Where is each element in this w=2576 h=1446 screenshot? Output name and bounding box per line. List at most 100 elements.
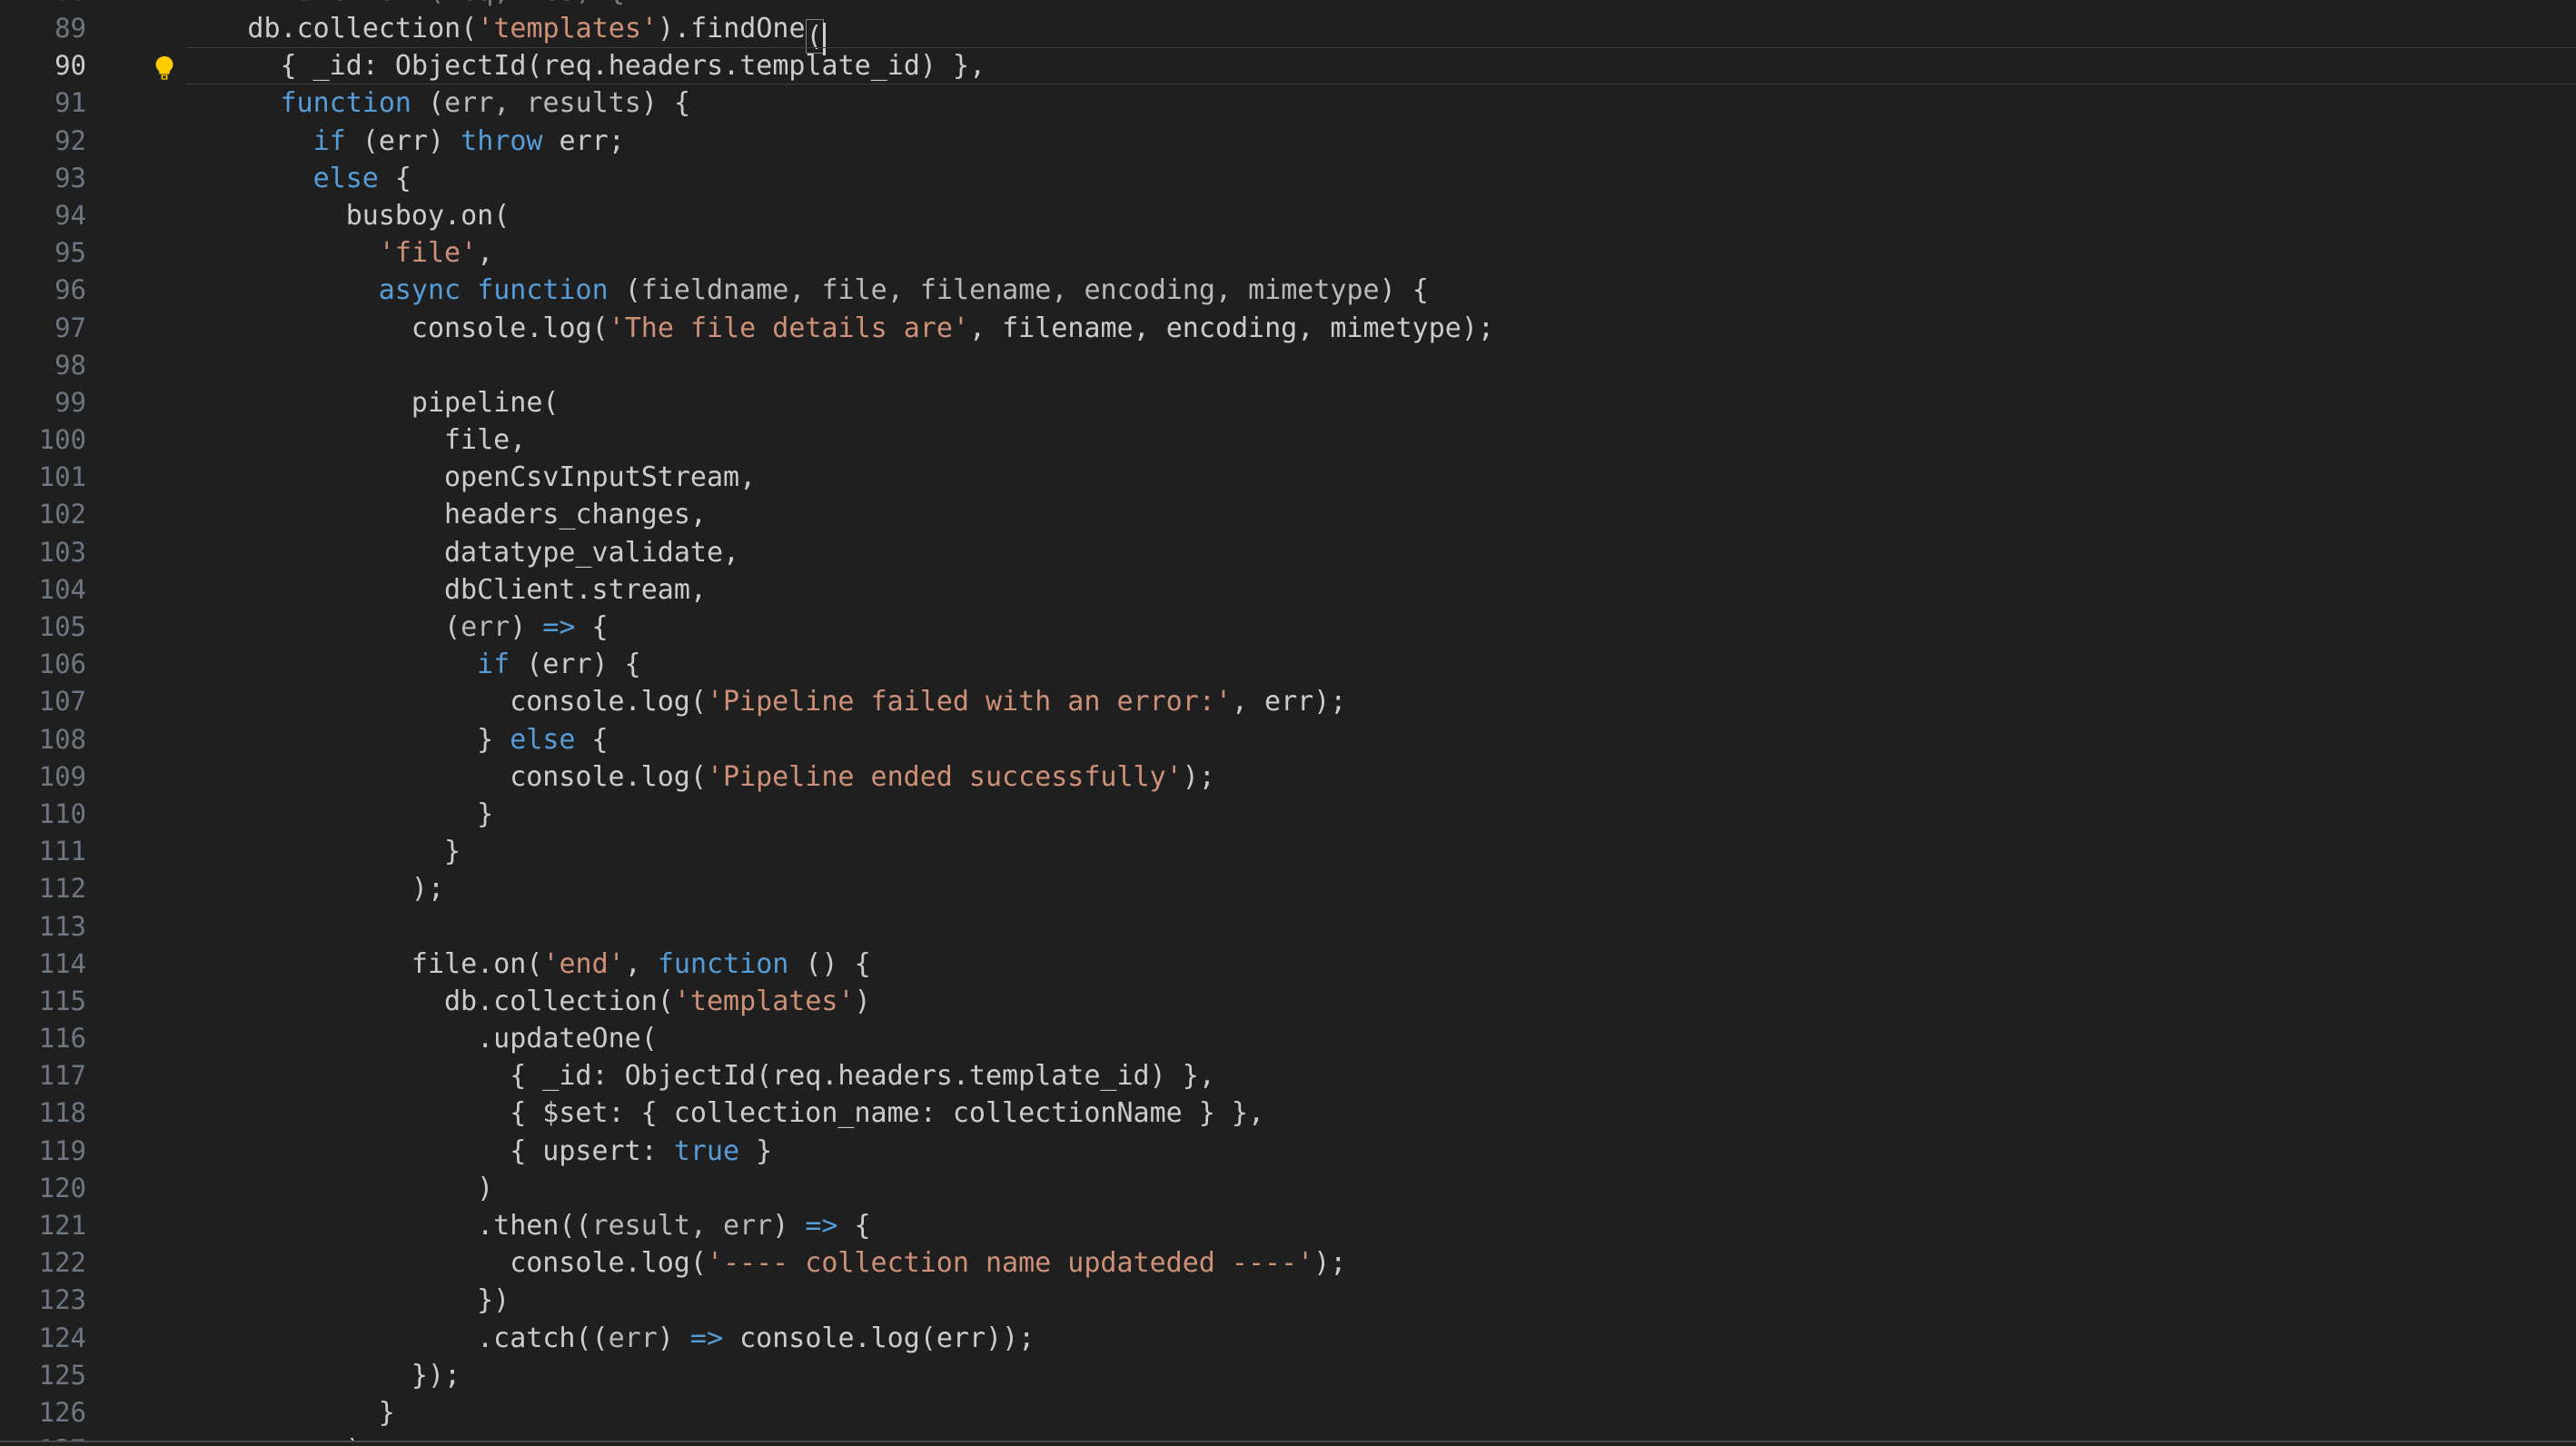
line-number[interactable]: 119 — [0, 1133, 86, 1170]
scrolled-off-line-clip: 88 function (req, res) { — [0, 0, 2576, 10]
plain-token: pipeline( — [411, 386, 560, 419]
code-line[interactable]: 119 { upsert: true } — [0, 1133, 2576, 1170]
line-number[interactable]: 91 — [0, 84, 86, 122]
code-line[interactable]: 96 async function (fieldname, file, filen… — [0, 272, 2576, 309]
code-line[interactable]: 117 { _id: ObjectId(req.headers.template_… — [0, 1057, 2576, 1094]
plain-token: ); — [1313, 1247, 1347, 1280]
code-line[interactable]: 92 if (err) throw err; — [0, 123, 2576, 160]
lightbulb-icon[interactable] — [153, 54, 176, 80]
code-line[interactable]: 103 datatype_validate, — [0, 534, 2576, 571]
code-line[interactable]: 106 if (err) { — [0, 646, 2576, 683]
code-line[interactable]: 105 (err) => { — [0, 609, 2576, 646]
code-line[interactable]: 104 dbClient.stream, — [0, 571, 2576, 609]
code-text: busboy.on( — [346, 197, 510, 234]
string-token: 'Pipeline ended successfully' — [706, 760, 1183, 793]
line-number[interactable]: 104 — [0, 571, 86, 609]
plain-token: file, — [444, 424, 527, 457]
code-line[interactable]: 98 — [0, 347, 2576, 384]
line-number[interactable]: 103 — [0, 534, 86, 571]
code-line[interactable]: 125}); — [0, 1357, 2576, 1394]
code-line[interactable]: 112); — [0, 870, 2576, 907]
code-line[interactable]: 94 busboy.on( — [0, 197, 2576, 234]
plain-token: console.log( — [510, 1247, 707, 1280]
code-line[interactable]: 101 openCsvInputStream, — [0, 459, 2576, 496]
line-number[interactable]: 92 — [0, 123, 86, 160]
line-number[interactable]: 109 — [0, 758, 86, 796]
line-number[interactable]: 126 — [0, 1394, 86, 1431]
line-number[interactable]: 101 — [0, 459, 86, 496]
line-number[interactable]: 89 — [0, 10, 86, 47]
code-text: 'file', — [379, 234, 493, 272]
code-line[interactable]: 88 function (req, res) { — [0, 0, 2576, 10]
plain-token: { — [378, 162, 411, 194]
line-number[interactable]: 124 — [0, 1320, 86, 1357]
line-number[interactable]: 98 — [0, 347, 86, 384]
line-number[interactable]: 121 — [0, 1207, 86, 1244]
code-editor[interactable]: 88 function (req, res) { 89 db.collection… — [0, 0, 2576, 1446]
line-number[interactable]: 114 — [0, 946, 86, 983]
horizontal-scrollbar[interactable] — [0, 1441, 2576, 1446]
line-number[interactable]: 118 — [0, 1094, 86, 1132]
code-line[interactable]: 124 .catch((err) => console.log(err)); — [0, 1320, 2576, 1357]
code-line[interactable]: 121 .then((result, err) => { — [0, 1207, 2576, 1244]
code-line[interactable]: 113 — [0, 908, 2576, 946]
line-number[interactable]: 107 — [0, 683, 86, 720]
line-number[interactable]: 120 — [0, 1170, 86, 1207]
line-number[interactable]: 117 — [0, 1057, 86, 1094]
code-line[interactable]: 107 console.log('Pipeline failed with an … — [0, 683, 2576, 720]
line-number[interactable]: 97 — [0, 310, 86, 347]
plain-token: ) { — [1379, 274, 1429, 307]
code-line[interactable]: 126} — [0, 1394, 2576, 1431]
code-line[interactable]: 109 console.log('Pipeline ended successfu… — [0, 758, 2576, 796]
line-number[interactable]: 122 — [0, 1244, 86, 1282]
code-lines-viewport[interactable]: 89 db.collection('templates').findOne(90{… — [0, 10, 2576, 1446]
plain-token: db.collection( — [247, 13, 478, 45]
code-line[interactable]: 99 pipeline( — [0, 384, 2576, 421]
code-line[interactable]: 91 function (err, results) { — [0, 84, 2576, 122]
line-number[interactable]: 115 — [0, 983, 86, 1020]
line-number[interactable]: 113 — [0, 908, 86, 946]
code-line[interactable]: 115 db.collection('templates') — [0, 983, 2576, 1020]
code-text: } — [444, 833, 461, 870]
code-line[interactable]: 114 file.on('end', function () { — [0, 946, 2576, 983]
line-number[interactable]: 94 — [0, 197, 86, 234]
line-number[interactable]: 102 — [0, 496, 86, 533]
line-number[interactable]: 88 — [0, 0, 86, 10]
line-number[interactable]: 108 — [0, 721, 86, 758]
code-line[interactable]: 110} — [0, 796, 2576, 833]
line-number[interactable]: 125 — [0, 1357, 86, 1394]
line-number[interactable]: 96 — [0, 272, 86, 309]
code-action-lightbulb[interactable] — [153, 47, 189, 84]
line-number[interactable]: 110 — [0, 796, 86, 833]
line-number[interactable]: 111 — [0, 833, 86, 870]
code-line[interactable]: 97 console.log('The file details are', fi… — [0, 310, 2576, 347]
code-line[interactable]: 93 else { — [0, 160, 2576, 197]
code-text: } — [379, 1394, 395, 1431]
code-line[interactable]: 111} — [0, 833, 2576, 870]
plain-token: console.log( — [510, 760, 707, 793]
code-line[interactable]: 123}) — [0, 1282, 2576, 1319]
code-text: } — [477, 796, 493, 833]
code-line[interactable]: 116 .updateOne( — [0, 1020, 2576, 1057]
line-number[interactable]: 90 — [0, 47, 86, 84]
line-number[interactable]: 93 — [0, 160, 86, 197]
line-number[interactable]: 116 — [0, 1020, 86, 1057]
line-number[interactable]: 100 — [0, 421, 86, 459]
code-line[interactable]: 108} else { — [0, 721, 2576, 758]
code-line[interactable]: 120) — [0, 1170, 2576, 1207]
code-line[interactable]: 118 { $set: { collection_name: collection… — [0, 1094, 2576, 1132]
code-line[interactable]: 90 { _id: ObjectId(req.headers.template_i… — [0, 47, 2576, 85]
plain-token: { $set: { collection_name: collectionNam… — [510, 1097, 1265, 1130]
code-line[interactable]: 122 console.log('---- collection name upd… — [0, 1244, 2576, 1282]
line-number[interactable]: 105 — [0, 609, 86, 646]
line-number[interactable]: 95 — [0, 234, 86, 272]
code-line[interactable]: 102 headers_changes, — [0, 496, 2576, 533]
code-line[interactable]: 95 'file', — [0, 234, 2576, 272]
code-line[interactable]: 89 db.collection('templates').findOne( — [0, 10, 2576, 55]
line-number[interactable]: 106 — [0, 646, 86, 683]
code-line[interactable]: 100 file, — [0, 421, 2576, 459]
line-number[interactable]: 123 — [0, 1282, 86, 1319]
line-number[interactable]: 112 — [0, 870, 86, 907]
string-token: 'templates' — [673, 985, 855, 1017]
line-number[interactable]: 99 — [0, 384, 86, 421]
